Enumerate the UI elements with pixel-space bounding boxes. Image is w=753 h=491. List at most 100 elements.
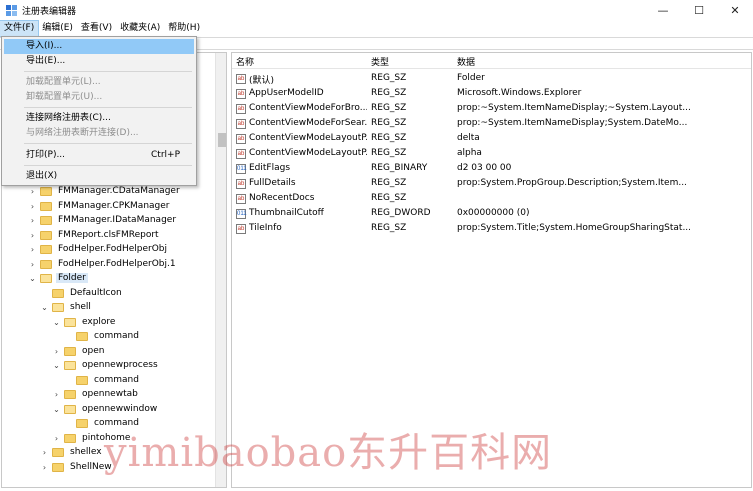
value-row[interactable]: 011 EditFlags REG_BINARY d2 03 00 00 — [232, 162, 751, 177]
tree-item[interactable]: › open — [52, 344, 106, 358]
menu-item-connect-network-registry[interactable]: 连接网络注册表(C)... — [4, 111, 194, 126]
tree-item[interactable]: › opennewtab — [52, 387, 140, 401]
tree-item[interactable]: ⌄ opennewwindow — [52, 402, 159, 416]
maximize-button[interactable]: ☐ — [681, 0, 717, 21]
tree-item[interactable]: command — [64, 373, 141, 387]
expand-chevron-icon[interactable]: › — [28, 231, 37, 240]
value-row[interactable]: ab AppUserModelID REG_SZ Microsoft.Windo… — [232, 87, 751, 102]
collapse-chevron-icon[interactable]: ⌄ — [52, 361, 61, 370]
value-name: ContentViewModeForSear... — [249, 118, 367, 128]
tree-scrollbar-thumb[interactable] — [218, 133, 226, 147]
menu-help[interactable]: 帮助(H) — [164, 21, 204, 36]
menu-item-exit[interactable]: 退出(X) — [4, 169, 194, 184]
folder-open-icon — [64, 404, 76, 414]
folder-open-icon — [52, 302, 64, 312]
tree-item[interactable]: DefaultIcon — [40, 286, 124, 300]
string-value-icon: ab — [236, 224, 246, 234]
expand-chevron-icon[interactable]: › — [40, 463, 49, 472]
tree-item[interactable]: › ShellNew — [40, 460, 114, 474]
expand-chevron-icon[interactable]: › — [52, 434, 61, 443]
value-data: prop:System.PropGroup.Description;System… — [457, 178, 687, 188]
menu-edit[interactable]: 编辑(E) — [38, 21, 77, 36]
value-row[interactable]: ab FullDetails REG_SZ prop:System.PropGr… — [232, 177, 751, 192]
close-button[interactable]: ✕ — [717, 0, 753, 21]
string-value-icon: ab — [236, 119, 246, 129]
menu-item-print[interactable]: 打印(P)... Ctrl+P — [4, 148, 194, 163]
collapse-chevron-icon[interactable]: ⌄ — [40, 303, 49, 312]
menu-item-load-hive[interactable]: 加载配置单元(L)... — [4, 75, 194, 90]
value-row[interactable]: ab ContentViewModeForBro... REG_SZ prop:… — [232, 102, 751, 117]
menu-item-export[interactable]: 导出(E)... — [4, 54, 194, 69]
folder-icon — [40, 230, 52, 240]
value-type: REG_SZ — [371, 148, 407, 158]
tree-item[interactable]: ⌄ opennewprocess — [52, 358, 160, 372]
value-type: REG_SZ — [371, 118, 407, 128]
value-type: REG_SZ — [371, 73, 407, 83]
tree-item[interactable]: › FodHelper.FodHelperObj — [28, 242, 169, 256]
tree-item[interactable]: command — [64, 329, 141, 343]
collapse-chevron-icon[interactable]: ⌄ — [52, 405, 61, 414]
value-name: ContentViewModeLayoutP... — [249, 148, 367, 158]
regedit-app-icon — [6, 5, 17, 16]
expand-chevron-icon[interactable]: › — [40, 448, 49, 457]
folder-icon — [64, 346, 76, 356]
tree-item[interactable]: › FMManager.CDataManager — [28, 184, 182, 198]
binary-value-icon: 011 — [236, 209, 247, 219]
value-row[interactable]: ab TileInfo REG_SZ prop:System.Title;Sys… — [232, 222, 751, 237]
expand-chevron-icon[interactable]: › — [52, 347, 61, 356]
folder-open-icon — [40, 273, 52, 283]
expand-chevron-icon[interactable]: › — [52, 390, 61, 399]
tree-item[interactable]: › FMReport.clsFMReport — [28, 228, 161, 242]
menu-view[interactable]: 查看(V) — [77, 21, 116, 36]
tree-item[interactable]: › shellex — [40, 445, 104, 459]
folder-open-icon — [64, 360, 76, 370]
minimize-button[interactable]: — — [645, 0, 681, 21]
column-header-name[interactable]: 名称 — [236, 55, 254, 68]
collapse-chevron-icon[interactable]: ⌄ — [28, 274, 37, 283]
value-row[interactable]: ab ContentViewModeForSear... REG_SZ prop… — [232, 117, 751, 132]
print-shortcut: Ctrl+P — [151, 150, 180, 160]
column-header-data[interactable]: 数据 — [457, 55, 475, 68]
folder-icon — [40, 215, 52, 225]
value-row[interactable]: ab ContentViewModeLayoutP... REG_SZ alph… — [232, 147, 751, 162]
tree-item[interactable]: ⌄ shell — [40, 300, 93, 314]
tree-item-selected[interactable]: ⌄ Folder — [28, 271, 88, 285]
value-data: Microsoft.Windows.Explorer — [457, 88, 582, 98]
string-value-icon: ab — [236, 194, 246, 204]
menu-separator — [24, 143, 192, 144]
menu-file[interactable]: 文件(F) — [0, 20, 40, 37]
value-type: REG_SZ — [371, 103, 407, 113]
tree-item-label: FodHelper.FodHelperObj.1 — [58, 259, 176, 269]
folder-icon — [40, 259, 52, 269]
expand-chevron-icon[interactable]: › — [28, 187, 37, 196]
value-data: Folder — [457, 73, 485, 83]
value-data: prop:~System.ItemNameDisplay;~System.Lay… — [457, 103, 691, 113]
value-data: delta — [457, 133, 480, 143]
value-row[interactable]: ab ContentViewModeLayoutP... REG_SZ delt… — [232, 132, 751, 147]
value-type: REG_BINARY — [371, 163, 428, 173]
expand-chevron-icon[interactable]: › — [28, 245, 37, 254]
menu-item-import[interactable]: 导入(I)... — [4, 39, 194, 54]
tree-item[interactable]: ⌄ explore — [52, 315, 117, 329]
tree-item-label: DefaultIcon — [70, 288, 122, 298]
menu-favorites[interactable]: 收藏夹(A) — [116, 21, 164, 36]
tree-item-label: opennewwindow — [82, 404, 158, 414]
expand-chevron-icon[interactable]: › — [28, 202, 37, 211]
menu-item-disconnect-network-registry[interactable]: 与网络注册表断开连接(D)... — [4, 126, 194, 141]
tree-item[interactable]: › FMManager.CPKManager — [28, 199, 172, 213]
tree-item-label: opennewtab — [82, 389, 138, 399]
tree-item-label: Folder — [56, 273, 88, 283]
list-header: 名称 类型 数据 — [232, 53, 751, 69]
expand-chevron-icon[interactable]: › — [28, 260, 37, 269]
column-header-type[interactable]: 类型 — [371, 55, 389, 68]
collapse-chevron-icon[interactable]: ⌄ — [52, 318, 61, 327]
tree-item[interactable]: › FMManager.IDataManager — [28, 213, 178, 227]
value-row[interactable]: ab NoRecentDocs REG_SZ — [232, 192, 751, 207]
value-name: ThumbnailCutoff — [249, 208, 324, 218]
folder-open-icon — [64, 317, 76, 327]
value-row[interactable]: 011 ThumbnailCutoff REG_DWORD 0x00000000… — [232, 207, 751, 222]
value-row[interactable]: ab (默认) REG_SZ Folder — [232, 72, 751, 87]
tree-item[interactable]: › FodHelper.FodHelperObj.1 — [28, 257, 178, 271]
menu-item-unload-hive[interactable]: 卸载配置单元(U)... — [4, 90, 194, 105]
expand-chevron-icon[interactable]: › — [28, 216, 37, 225]
